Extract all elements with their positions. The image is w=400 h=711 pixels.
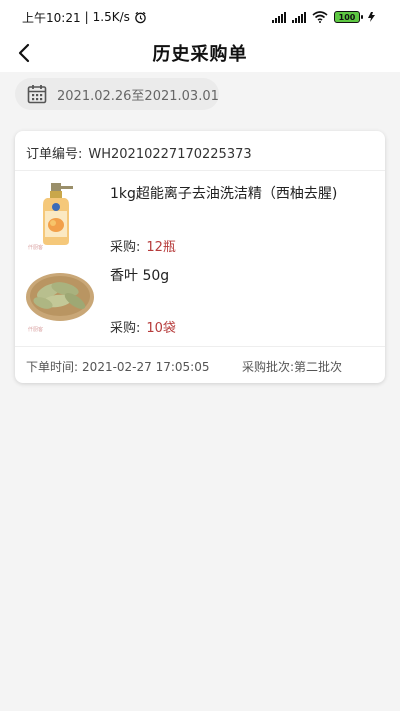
order-time: 下单时间: 2021-02-27 17:05:05 — [26, 358, 210, 375]
svg-text:仟厨客: 仟厨客 — [28, 244, 43, 251]
divider — [15, 170, 385, 171]
dish-soap-bottle-image: 仟厨客 — [28, 183, 73, 251]
svg-text:仟厨客: 仟厨客 — [28, 326, 43, 333]
order-batch: 采购批次:第二批次 — [242, 358, 342, 375]
charging-icon — [368, 12, 375, 22]
quantity-label: 采购: — [110, 321, 141, 336]
order-time-label: 下单时间: — [26, 360, 79, 374]
alarm-icon — [135, 11, 146, 23]
status-time: 上午10:21 — [22, 10, 81, 25]
bay-leaves-image: 仟厨客 — [26, 273, 94, 333]
order-card[interactable]: 订单编号: WH20210227170225373 仟厨客 1kg超能离子去油洗洁… — [15, 131, 385, 383]
calendar-icon — [27, 85, 47, 104]
order-batch-value: 第二批次 — [294, 360, 343, 374]
signal-hd-icon — [292, 11, 306, 23]
order-number-label: 订单编号: — [26, 147, 83, 162]
item-name: 1kg超能离子去油洗洁精（西柚去腥) — [110, 186, 338, 202]
status-separator: | — [84, 10, 89, 24]
page-title: 历史采购单 — [152, 44, 248, 65]
date-range-filter[interactable]: 2021.02.26至2021.03.01 — [15, 78, 219, 110]
quantity-value: 12瓶 — [146, 240, 176, 255]
status-bar: 上午10:21 | 1.5K/s 100 — [0, 0, 400, 34]
status-speed: 1.5K/s — [92, 10, 130, 24]
nav-bar: 历史采购单 — [0, 34, 400, 72]
order-number: 订单编号: WH20210227170225373 — [26, 143, 252, 162]
item-quantity: 采购: 12瓶 — [110, 236, 176, 255]
signal-icon — [272, 11, 286, 23]
wifi-icon — [312, 11, 328, 23]
quantity-value: 10袋 — [146, 321, 176, 336]
battery-icon: 100 — [334, 11, 363, 23]
chevron-left-icon — [18, 43, 30, 63]
item-name: 香叶 50g — [110, 268, 170, 284]
date-range-text: 2021.02.26至2021.03.01 — [57, 88, 219, 104]
order-batch-label: 采购批次: — [242, 360, 295, 374]
back-button[interactable] — [10, 39, 38, 67]
order-time-value: 2021-02-27 17:05:05 — [82, 360, 210, 374]
status-right: 100 — [272, 11, 378, 23]
status-left: 上午10:21 | 1.5K/s — [22, 9, 147, 26]
quantity-label: 采购: — [110, 240, 141, 255]
order-number-value: WH20210227170225373 — [88, 147, 252, 162]
item-quantity: 采购: 10袋 — [110, 317, 176, 336]
divider — [15, 346, 385, 347]
